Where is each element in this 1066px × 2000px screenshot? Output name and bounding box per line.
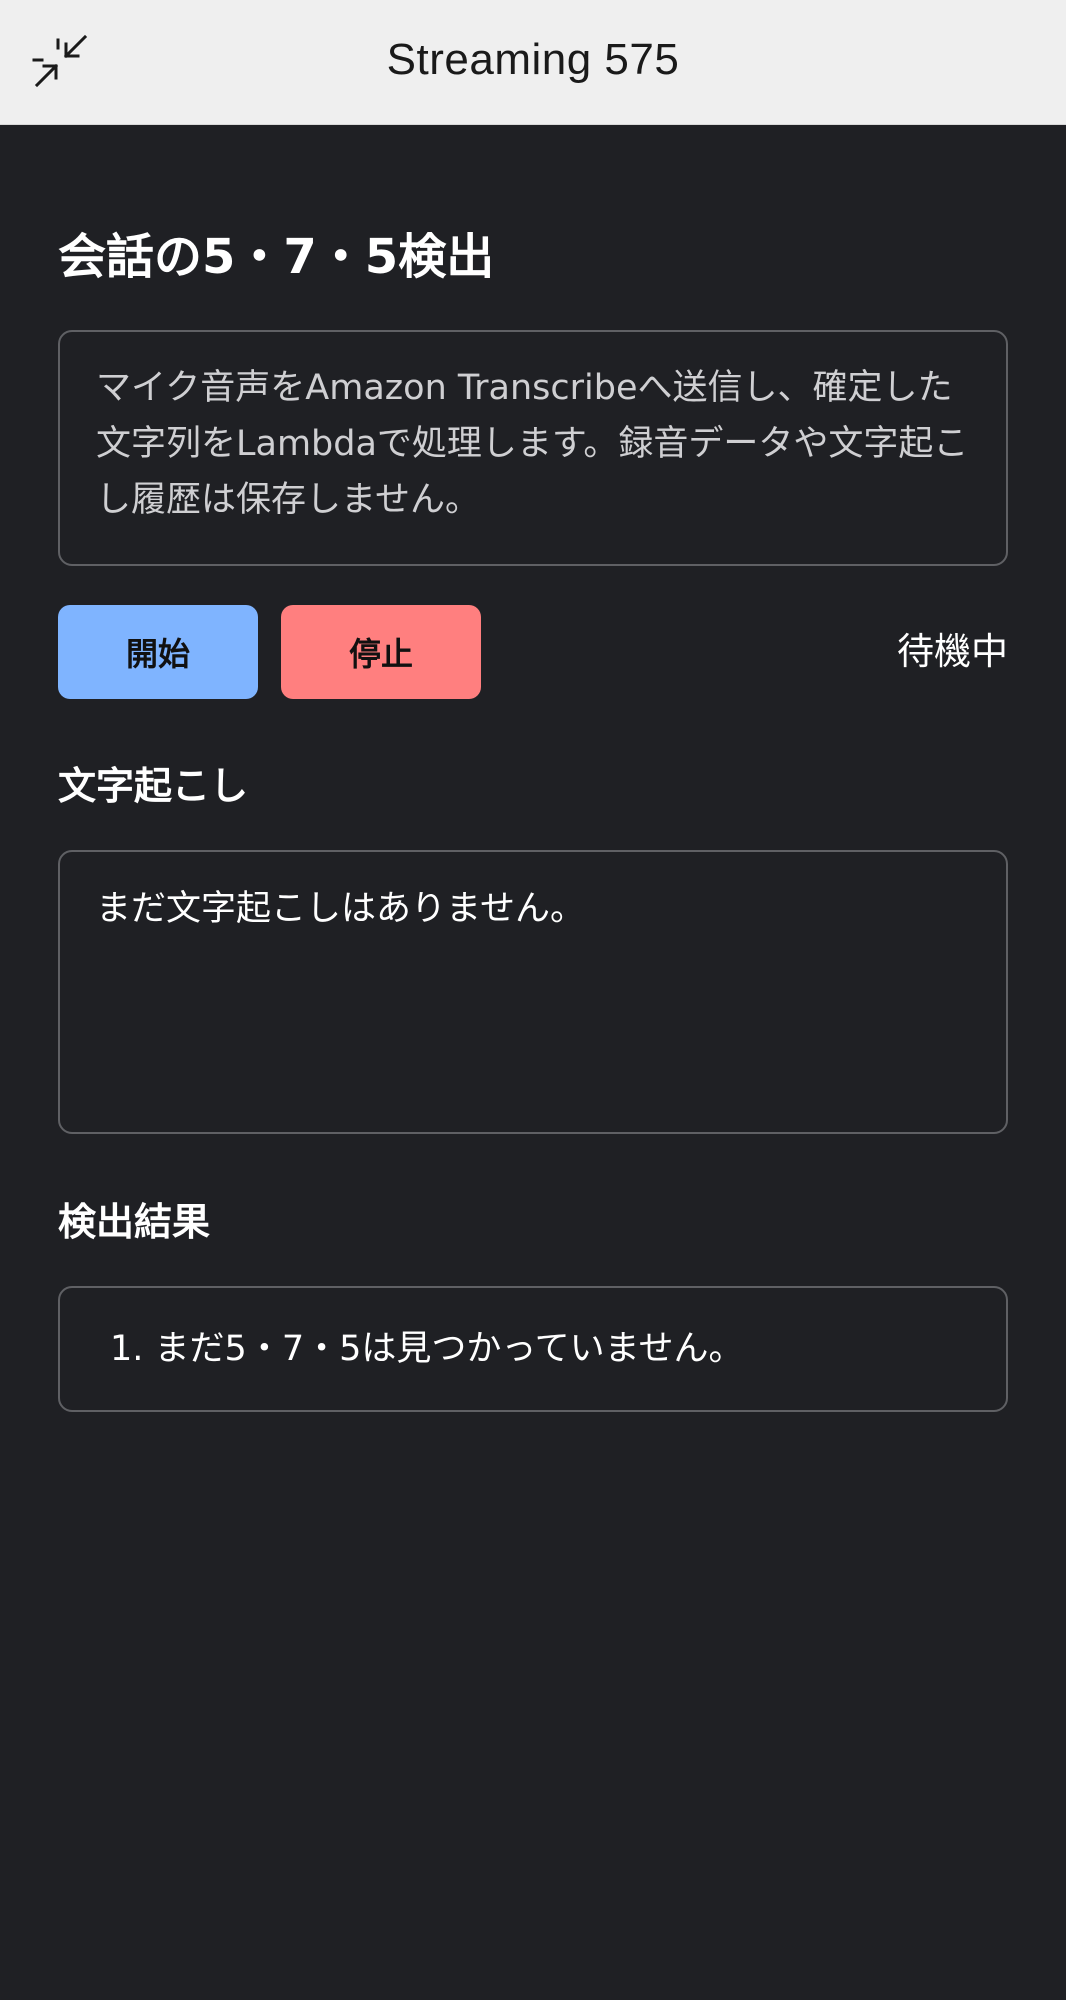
- transcript-empty-text: まだ文字起こしはありません。: [96, 889, 585, 929]
- stop-button[interactable]: 停止: [281, 605, 481, 699]
- results-list: 1. まだ5・7・5は見つかっていません。: [110, 1288, 970, 1410]
- list-item-index: 1.: [110, 1329, 144, 1369]
- app-header: Streaming 575: [0, 0, 1066, 125]
- start-button[interactable]: 開始: [58, 605, 258, 699]
- control-bar: 開始 停止 待機中: [58, 605, 1008, 699]
- privacy-notice: マイク音声をAmazon Transcribeへ送信し、確定した文字列をLamb…: [58, 330, 1008, 566]
- status-text: 待機中: [897, 630, 1008, 673]
- results-heading: 検出結果: [58, 1200, 211, 1244]
- list-item-text: まだ5・7・5は見つかっていません。: [154, 1329, 744, 1369]
- page-title: 会話の5・7・5検出: [58, 229, 495, 285]
- results-box: 1. まだ5・7・5は見つかっていません。: [58, 1286, 1008, 1412]
- transcript-box: まだ文字起こしはありません。: [58, 850, 1008, 1134]
- app-title: Streaming 575: [386, 35, 680, 84]
- transcript-heading: 文字起こし: [58, 764, 249, 808]
- list-item: 1. まだ5・7・5は見つかっていません。: [110, 1288, 970, 1410]
